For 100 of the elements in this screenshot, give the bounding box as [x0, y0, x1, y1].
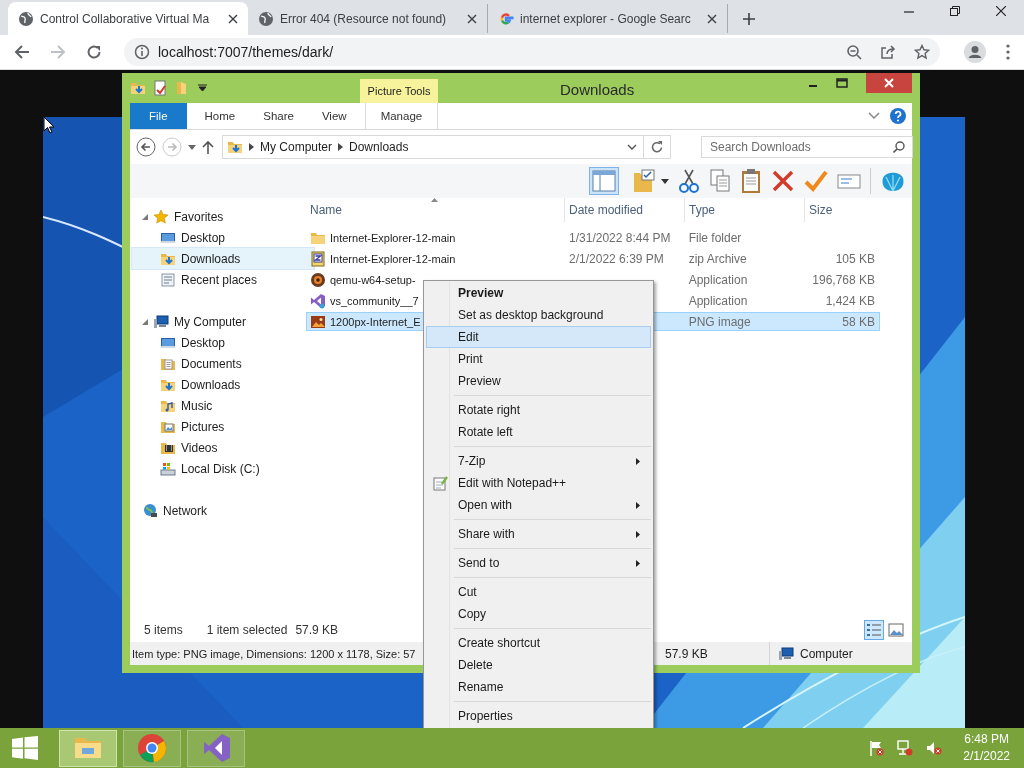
- scissors-icon[interactable]: [678, 168, 700, 194]
- back-icon[interactable]: [136, 137, 156, 157]
- navigation-item[interactable]: Network: [130, 500, 302, 521]
- navigation-item[interactable]: Desktop: [130, 227, 302, 248]
- chevron-down-icon[interactable]: [627, 144, 637, 150]
- menu-item[interactable]: Create shortcut: [426, 632, 651, 654]
- navigation-item[interactable]: Downloads: [130, 374, 302, 395]
- windows-start-icon[interactable]: [12, 736, 38, 760]
- details-size: 57.9 KB: [665, 646, 709, 661]
- close-button[interactable]: [866, 73, 912, 93]
- dropdown-arrow-icon[interactable]: [661, 178, 669, 184]
- file-name: Internet-Explorer-12-main: [330, 252, 456, 265]
- menu-item[interactable]: Print: [426, 348, 651, 370]
- reload-icon[interactable]: [86, 44, 102, 60]
- menu-icon[interactable]: [1006, 44, 1010, 60]
- browser-tab[interactable]: internet explorer - Google Searc: [488, 4, 728, 33]
- menu-item[interactable]: Preview: [426, 282, 651, 304]
- navigation-item[interactable]: Videos: [130, 437, 302, 458]
- chrome-icon: [136, 732, 168, 764]
- globe-icon: [18, 10, 34, 27]
- navigation-item[interactable]: Pictures: [130, 416, 302, 437]
- breadcrumb-item[interactable]: Downloads: [349, 140, 409, 154]
- notepad-icon: [432, 475, 448, 491]
- details-view-button[interactable]: [864, 620, 884, 640]
- address-field[interactable]: My Computer Downloads: [222, 135, 644, 159]
- menu-item[interactable]: Send to: [426, 552, 651, 574]
- volume-muted-icon[interactable]: [926, 740, 943, 756]
- menu-item[interactable]: Cut: [426, 581, 651, 603]
- help-icon[interactable]: [890, 108, 906, 124]
- menu-item[interactable]: Share with: [426, 523, 651, 545]
- browser-tab[interactable]: Error 404 (Resource not found): [248, 4, 488, 33]
- checkmark-icon[interactable]: [804, 169, 828, 193]
- column-header[interactable]: Type: [685, 198, 805, 222]
- close-icon[interactable]: [707, 13, 717, 24]
- menu-item[interactable]: Edit with Notepad++: [426, 472, 651, 494]
- delete-icon[interactable]: [771, 169, 795, 193]
- back-icon[interactable]: [14, 44, 30, 60]
- menu-item[interactable]: Rotate left: [426, 421, 651, 443]
- computer-icon: [153, 313, 169, 330]
- details-view-icon: [866, 622, 882, 638]
- maximize-icon[interactable]: [836, 78, 848, 88]
- menu-item[interactable]: Preview: [426, 370, 651, 392]
- navigation-item[interactable]: Downloads: [132, 248, 314, 269]
- column-header[interactable]: Size: [805, 198, 880, 222]
- dropdown-arrow-icon[interactable]: [188, 144, 196, 150]
- navigation-item[interactable]: Recent places: [130, 269, 302, 290]
- browser-tab[interactable]: Control Collaborative Virtual Ma: [8, 2, 248, 35]
- file-date: 1/31/2022 8:44 PM: [569, 230, 671, 245]
- navigation-item[interactable]: Documents: [130, 353, 302, 374]
- share-icon[interactable]: [880, 44, 896, 60]
- navigation-item[interactable]: Local Disk (C:): [130, 458, 302, 479]
- menu-item[interactable]: 7-Zip: [426, 450, 651, 472]
- thumbnails-view-button[interactable]: [886, 620, 906, 640]
- preview-pane-button[interactable]: [589, 167, 619, 195]
- network-icon[interactable]: [897, 740, 914, 756]
- navigation-item[interactable]: Music: [130, 395, 302, 416]
- refresh-button[interactable]: [644, 135, 671, 159]
- restore-icon[interactable]: [950, 6, 960, 16]
- navigation-item[interactable]: Desktop: [130, 332, 302, 353]
- tab-title: internet explorer - Google Searc: [520, 11, 692, 26]
- close-icon[interactable]: [467, 13, 477, 24]
- action-center-flag-icon[interactable]: [868, 740, 885, 756]
- search-field[interactable]: Search Downloads: [701, 136, 913, 158]
- ribbon-tab[interactable]: File: [130, 103, 187, 129]
- profile-avatar-icon[interactable]: [964, 41, 986, 63]
- up-arrow-icon[interactable]: [202, 140, 214, 154]
- menu-item[interactable]: Rotate right: [426, 399, 651, 421]
- close-icon[interactable]: [228, 13, 238, 24]
- menu-item[interactable]: Rename: [426, 676, 651, 698]
- new-tab-icon[interactable]: [742, 12, 756, 26]
- breadcrumb-item[interactable]: My Computer: [260, 140, 333, 154]
- address-bar[interactable]: localhost:7007/themes/dark/: [124, 38, 940, 66]
- navigation-item[interactable]: Favorites: [130, 206, 302, 227]
- menu-item[interactable]: Properties: [426, 705, 651, 727]
- menu-item[interactable]: Set as desktop background: [426, 304, 651, 326]
- properties-icon[interactable]: [152, 80, 168, 96]
- chevron-down-icon[interactable]: [868, 112, 880, 120]
- ribbon-tab[interactable]: View: [307, 103, 361, 129]
- ribbon-tab[interactable]: Share: [249, 103, 308, 129]
- dropdown-arrow-icon[interactable]: [198, 84, 207, 92]
- ribbon-tab[interactable]: Home: [190, 103, 250, 129]
- menu-item[interactable]: Edit: [426, 326, 651, 348]
- menu-item[interactable]: Delete: [426, 654, 651, 676]
- clipboard-icon[interactable]: [740, 168, 762, 194]
- zoom-out-icon[interactable]: [846, 44, 862, 60]
- window-title: Downloads: [560, 81, 635, 98]
- bookmark-star-icon[interactable]: [914, 44, 930, 60]
- download-folder-icon: [130, 80, 146, 96]
- file-size: 196,768 KB: [812, 272, 875, 287]
- file-type: zip Archive: [688, 251, 747, 266]
- menu-item[interactable]: Open with: [426, 494, 651, 516]
- column-header[interactable]: Date modified: [565, 198, 685, 222]
- file-type: PNG image: [688, 314, 751, 329]
- download-folder-icon: [227, 139, 243, 155]
- navigation-item[interactable]: My Computer: [130, 311, 302, 332]
- column-header[interactable]: Name: [306, 198, 565, 222]
- menu-item[interactable]: Copy: [426, 603, 651, 625]
- ribbon-tab[interactable]: Manage: [364, 103, 439, 129]
- close-icon[interactable]: [996, 6, 1006, 16]
- google-icon: [498, 10, 514, 27]
